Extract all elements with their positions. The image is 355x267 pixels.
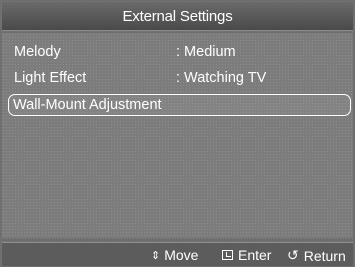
return-icon: ↺ [287,247,299,263]
enter-icon [222,250,233,260]
menu-item-label: Light Effect [14,70,87,86]
up-down-arrow-icon: ⇕ [151,249,161,262]
menu-panel: Melody : Medium Light Effect : Watching … [2,33,353,238]
menu-item-label: Wall-Mount Adjustment [13,97,162,113]
menu-item-value: : Medium [176,44,236,60]
return-label: Return [303,247,346,264]
nav-hint-bar: ⇕ Move Enter ↺ Return [2,242,353,266]
menu-item-value: : Watching TV [176,70,267,86]
return-hint: ↺ Return [287,247,346,264]
menu-item-light-effect[interactable]: Light Effect : Watching TV [8,67,353,89]
tv-osd-screen: External Settings Melody : Medium Light … [0,0,355,267]
enter-label: Enter [238,247,272,263]
menu-item-melody[interactable]: Melody : Medium [8,41,353,63]
enter-hint: Enter [222,247,271,263]
page-title: External Settings [122,8,233,25]
move-label: Move [164,247,199,263]
title-bar: External Settings [2,2,353,31]
menu-item-wall-mount-adjustment[interactable]: Wall-Mount Adjustment [8,94,351,116]
move-hint: ⇕ Move [151,247,198,263]
menu-item-label: Melody [14,44,61,60]
